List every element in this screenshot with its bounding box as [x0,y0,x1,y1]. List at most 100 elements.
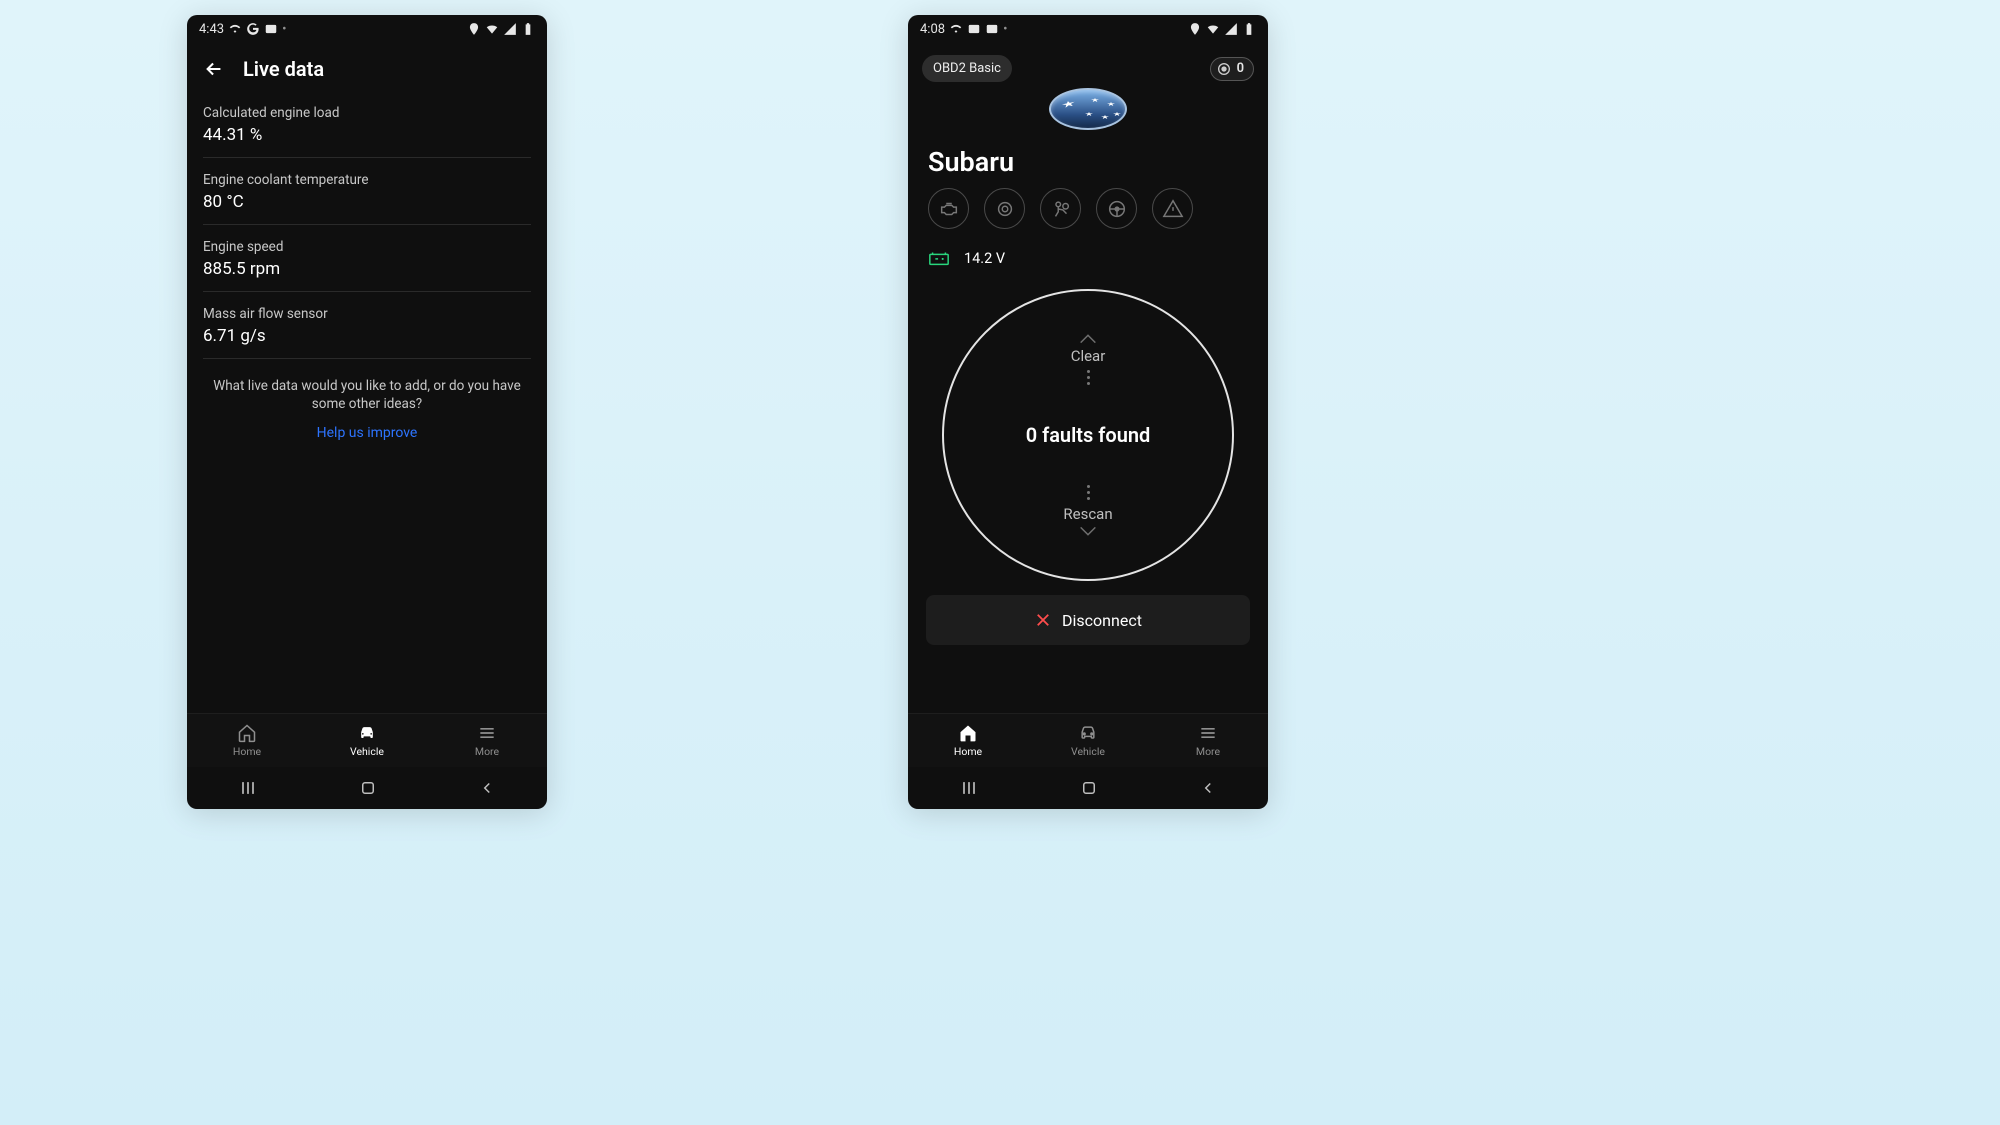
bottom-nav: Home Vehicle More [187,713,547,767]
protocol-chip[interactable]: OBD2 Basic [922,55,1012,82]
nav-label: Vehicle [1071,745,1105,758]
chevron-down-icon [1077,523,1099,539]
nav-label: More [1196,745,1220,758]
system-airbag[interactable] [1040,188,1081,229]
nav-more[interactable]: More [1148,714,1268,767]
voltage-row: 14.2 V [908,229,1268,271]
data-label: Mass air flow sensor [203,306,531,322]
car-icon [356,723,378,743]
data-row[interactable]: Engine coolant temperature 80 °C [203,158,531,225]
back-hw-icon[interactable] [1199,779,1217,797]
engine-icon [938,198,960,220]
location-icon [467,22,481,36]
abs-icon [994,198,1016,220]
system-steering[interactable] [1096,188,1137,229]
data-row[interactable]: Calculated engine load 44.31 % [203,91,531,158]
scan-circle[interactable]: Clear 0 faults found Rescan [942,289,1234,581]
home-hw-icon[interactable] [359,779,377,797]
location-icon [1188,22,1202,36]
status-bar: 4:43 • [187,15,547,43]
battery-icon [521,22,535,36]
fault-count-pill[interactable]: 0 [1210,57,1254,81]
data-row[interactable]: Mass air flow sensor 6.71 g/s [203,292,531,359]
disconnect-label: Disconnect [1062,611,1142,630]
recents-icon[interactable] [959,778,979,798]
data-value: 80 °C [203,192,531,212]
steering-icon [1106,198,1128,220]
wifi-signal-icon [1206,22,1220,36]
back-button[interactable] [203,58,225,80]
wifi-signal-icon [485,22,499,36]
system-abs[interactable] [984,188,1025,229]
disconnect-button[interactable]: Disconnect [926,595,1250,645]
cell-signal-icon [1224,22,1238,36]
clear-label: Clear [1071,347,1106,365]
dot-icon: • [1003,22,1007,37]
wifi-icon [949,22,963,36]
nav-vehicle[interactable]: Vehicle [307,714,427,767]
feedback-prompt: What live data would you like to add, or… [187,359,547,417]
live-data-list: Calculated engine load 44.31 % Engine co… [187,91,547,359]
dots-icon [1087,485,1090,500]
status-bar: 4:08 • [908,15,1268,43]
target-icon [1216,61,1232,77]
nav-more[interactable]: More [427,714,547,767]
page-title: Live data [243,57,324,81]
close-icon [1034,611,1052,629]
android-nav [187,767,547,809]
cell-signal-icon [503,22,517,36]
nav-label: Home [233,745,261,758]
image-icon [967,22,981,36]
battery-icon [1242,22,1256,36]
chevron-up-icon [1077,331,1099,347]
translate-icon [264,22,278,36]
car-icon [1077,723,1099,743]
data-value: 6.71 g/s [203,326,531,346]
home-icon [957,723,979,743]
help-improve-link[interactable]: Help us improve [187,417,547,449]
clear-action[interactable]: Clear [944,331,1232,390]
data-label: Calculated engine load [203,105,531,121]
scan-result: 0 faults found [1026,423,1151,447]
rescan-label: Rescan [1063,505,1112,523]
back-hw-icon[interactable] [478,779,496,797]
fault-count: 0 [1237,61,1244,76]
translate-icon [985,22,999,36]
nav-label: Vehicle [350,745,384,758]
recents-icon[interactable] [238,778,258,798]
data-value: 44.31 % [203,125,531,145]
rescan-action[interactable]: Rescan [944,480,1232,539]
app-header: Live data [187,43,547,91]
data-row[interactable]: Engine speed 885.5 rpm [203,225,531,292]
home-icon [236,723,258,743]
dots-icon [1087,370,1090,385]
nav-label: Home [954,745,982,758]
airbag-icon [1050,198,1072,220]
nav-home[interactable]: Home [908,714,1028,767]
data-label: Engine speed [203,239,531,255]
brand-logo [908,88,1268,130]
brand-title: Subaru [908,130,1268,188]
phone-live-data: 4:43 • Live data Calculated engine load … [187,15,547,809]
header-chip-row: OBD2 Basic 0 [908,43,1268,82]
system-warning[interactable] [1152,188,1193,229]
status-time: 4:43 [199,22,224,37]
battery-volt-icon [928,249,950,267]
menu-icon [1197,723,1219,743]
bottom-nav: Home Vehicle More [908,713,1268,767]
android-nav [908,767,1268,809]
phone-dashboard: 4:08 • OBD2 Basic 0 Subaru [908,15,1268,809]
nav-label: More [475,745,499,758]
nav-home[interactable]: Home [187,714,307,767]
system-engine[interactable] [928,188,969,229]
system-row [908,188,1268,229]
nav-vehicle[interactable]: Vehicle [1028,714,1148,767]
google-icon [246,22,260,36]
data-label: Engine coolant temperature [203,172,531,188]
dot-icon: • [282,22,286,37]
data-value: 885.5 rpm [203,259,531,279]
status-time: 4:08 [920,22,945,37]
home-hw-icon[interactable] [1080,779,1098,797]
menu-icon [476,723,498,743]
scan-area: Clear 0 faults found Rescan [908,289,1268,581]
